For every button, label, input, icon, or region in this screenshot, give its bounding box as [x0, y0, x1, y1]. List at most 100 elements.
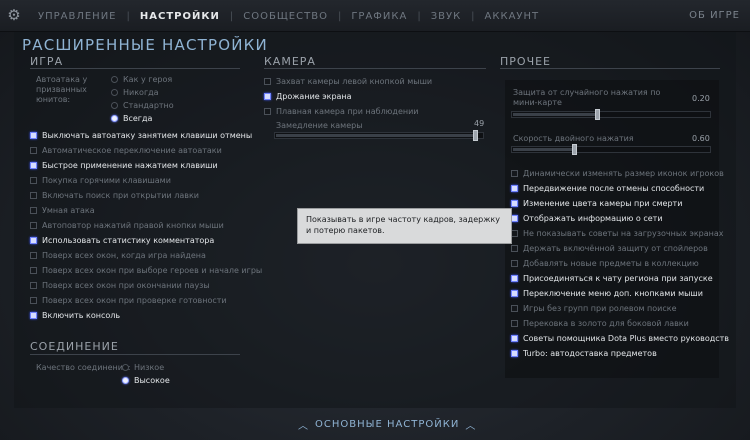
basic-settings-button[interactable]: ︿ ОСНОВНЫЕ НАСТРОЙКИ ︿: [298, 417, 476, 432]
checkbox-icon: [511, 215, 518, 222]
camera-slowdown-slider[interactable]: [274, 130, 484, 141]
checkbox-icon: [30, 177, 37, 184]
slider-fill: [513, 113, 595, 116]
option-join-region-chat[interactable]: Присоединяться к чату региона при запуск…: [511, 272, 713, 285]
double-click-speed-value: 0.60: [692, 134, 710, 143]
option-smooth-spectator-camera[interactable]: Плавная камера при наблюдении: [264, 105, 419, 118]
option-screen-shake[interactable]: Дрожание экрана: [264, 90, 352, 103]
about-link[interactable]: ОБ ИГРЕ: [689, 10, 740, 21]
option-hotkey-purchase[interactable]: Покупка горячими клавишами: [30, 174, 171, 187]
checkbox-icon: [511, 350, 518, 357]
radio-icon: [111, 89, 118, 96]
nav-tabs: УПРАВЛЕНИЕ | НАСТРОЙКИ | СООБЩЕСТВО | ГР…: [28, 0, 549, 32]
tab-sound[interactable]: ЗВУК: [421, 11, 471, 22]
checkbox-icon: [511, 275, 518, 282]
slider-thumb[interactable]: [572, 144, 577, 155]
option-camera-color-on-death[interactable]: Изменение цвета камеры при смерти: [511, 197, 682, 210]
chevron-up-icon: ︿: [465, 421, 477, 432]
checkbox-icon: [30, 282, 37, 289]
option-topmost-ready-check[interactable]: Поверх всех окон при проверке готовности: [30, 294, 227, 307]
checkbox-icon: [30, 222, 37, 229]
checkbox-icon: [30, 147, 37, 154]
option-no-party-role-queue[interactable]: Игры без групп при ролевом поиске: [511, 302, 677, 315]
option-add-new-items-to-collection[interactable]: Добавлять новые предметы в коллекцию: [511, 257, 699, 270]
option-dynamic-player-icons[interactable]: Динамически изменять размер иконок игрок…: [511, 167, 724, 180]
tab-settings[interactable]: НАСТРОЙКИ: [130, 11, 230, 22]
option-move-after-cancel[interactable]: Передвижение после отмены способности: [511, 182, 704, 195]
tab-account[interactable]: АККАУНТ: [475, 11, 550, 22]
option-disable-autoattack-on-cancel[interactable]: Выключать автоатаку занятием клавиши отм…: [30, 129, 252, 142]
minimap-misclick-label: Защита от случайного нажатия по мини-кар…: [513, 88, 661, 107]
camera-slowdown-label: Замедление камеры: [276, 121, 363, 130]
radio-icon: [111, 76, 118, 83]
double-click-speed-slider[interactable]: [511, 144, 711, 155]
option-turbo-auto-courier[interactable]: Turbo: автодоставка предметов: [511, 347, 657, 360]
checkbox-icon: [511, 305, 518, 312]
divider: [30, 68, 240, 69]
option-auto-toggle-autoattack[interactable]: Автоматическое переключение автоатаки: [30, 144, 222, 157]
option-caster-stats[interactable]: Использовать статистику комментатора: [30, 234, 214, 247]
connection-option-low[interactable]: Низкое: [122, 361, 164, 374]
slider-fill: [276, 134, 473, 137]
checkbox-icon: [30, 297, 37, 304]
checkbox-icon: [511, 230, 518, 237]
other-section-title: ПРОЧЕЕ: [500, 55, 552, 68]
divider: [30, 354, 240, 355]
option-smart-attack[interactable]: Умная атака: [30, 204, 95, 217]
option-camera-left-click-grab[interactable]: Захват камеры левой кнопкой мыши: [264, 75, 432, 88]
option-quickcast[interactable]: Быстрое применение нажатием клавиши: [30, 159, 218, 172]
connection-section-title: СОЕДИНЕНИЕ: [30, 340, 119, 353]
radio-icon: [111, 102, 118, 109]
camera-section-title: КАМЕРА: [264, 55, 316, 68]
option-topmost-game-found[interactable]: Поверх всех окон, когда игра найдена: [30, 249, 206, 262]
top-nav-bar: ⚙ УПРАВЛЕНИЕ | НАСТРОЙКИ | СООБЩЕСТВО | …: [0, 0, 750, 32]
double-click-speed-label: Скорость двойного нажатия: [513, 134, 634, 143]
checkbox-icon: [511, 335, 518, 342]
checkbox-icon: [30, 207, 37, 214]
option-side-shop-gold-reforge[interactable]: Перековка в золото для боковой лавки: [511, 317, 689, 330]
option-enable-console[interactable]: Включить консоль: [30, 309, 120, 322]
option-shop-search[interactable]: Включать поиск при открытии лавки: [30, 189, 199, 202]
checkbox-icon: [264, 108, 271, 115]
option-topmost-hero-pick[interactable]: Поверх всех окон при выборе героев и нач…: [30, 264, 262, 277]
slider-thumb[interactable]: [473, 130, 478, 141]
checkbox-icon: [511, 185, 518, 192]
tab-controls[interactable]: УПРАВЛЕНИЕ: [28, 11, 127, 22]
checkbox-icon: [30, 267, 37, 274]
autoattack-option-standard[interactable]: Стандартно: [111, 99, 174, 112]
option-keep-spoiler-protection[interactable]: Держать включённой защиту от спойлеров: [511, 242, 708, 255]
minimap-misclick-value: 0.20: [692, 94, 710, 103]
autoattack-option-always[interactable]: Всегда: [111, 112, 152, 125]
checkbox-icon: [30, 237, 37, 244]
option-dota-plus-assistant[interactable]: Советы помощника Dota Plus вместо руково…: [511, 332, 729, 345]
checkbox-icon: [30, 312, 37, 319]
gear-icon[interactable]: ⚙: [6, 7, 22, 23]
minimap-misclick-slider[interactable]: [511, 109, 711, 120]
radio-icon: [122, 377, 129, 384]
network-info-tooltip: Показывать в игре частоту кадров, задерж…: [297, 208, 512, 244]
camera-slowdown-value: 49: [474, 119, 485, 128]
option-right-click-repeat[interactable]: Автоповтор нажатий правой кнопки мыши: [30, 219, 224, 232]
option-hide-loading-tips[interactable]: Не показывать советы на загрузочных экра…: [511, 227, 724, 240]
option-show-network-info[interactable]: Отображать информацию о сети: [511, 212, 663, 225]
divider: [500, 68, 720, 69]
checkbox-icon: [264, 78, 271, 85]
connection-option-high[interactable]: Высокое: [122, 374, 170, 387]
connection-quality-label: Качество соединения:: [36, 363, 131, 372]
autoattack-option-hero[interactable]: Как у героя: [111, 73, 172, 86]
checkbox-icon: [264, 93, 271, 100]
tab-graphics[interactable]: ГРАФИКА: [341, 11, 417, 22]
chevron-up-icon: ︿: [298, 421, 309, 432]
checkbox-icon: [30, 252, 37, 259]
checkbox-icon: [511, 320, 518, 327]
checkbox-icon: [30, 132, 37, 139]
option-mouse-button-menu-switch[interactable]: Переключение меню доп. кнопками мыши: [511, 287, 703, 300]
tab-community[interactable]: СООБЩЕСТВО: [233, 11, 338, 22]
autoattack-label: Автоатака у призванных юнитов:: [36, 75, 88, 104]
page-title: РАСШИРЕННЫЕ НАСТРОЙКИ: [22, 36, 268, 54]
checkbox-icon: [511, 200, 518, 207]
autoattack-option-never[interactable]: Никогда: [111, 86, 159, 99]
radio-icon: [122, 364, 129, 371]
option-topmost-unpause[interactable]: Поверх всех окон при окончании паузы: [30, 279, 210, 292]
slider-thumb[interactable]: [595, 109, 600, 120]
